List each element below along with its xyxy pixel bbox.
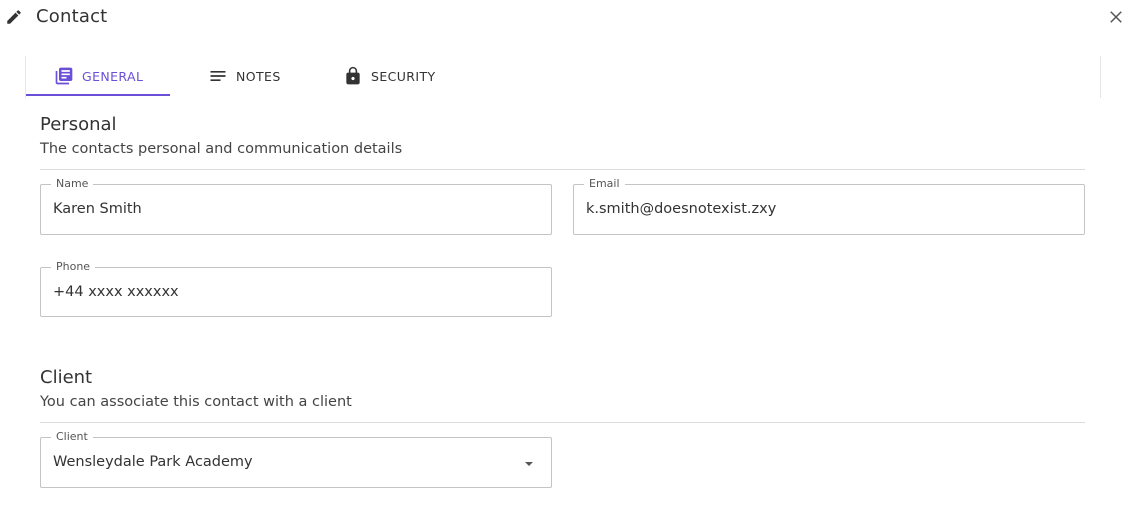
tab-notes[interactable]: NOTES bbox=[208, 56, 318, 96]
phone-field-label: Phone bbox=[51, 260, 96, 274]
tab-security-label: SECURITY bbox=[371, 68, 436, 84]
phone-field[interactable]: Phone +44 xxxx xxxxxx bbox=[40, 260, 552, 317]
notes-lines-icon bbox=[210, 71, 226, 81]
pencil-icon bbox=[7, 10, 21, 24]
client-section-subtitle: You can associate this contact with a cl… bbox=[40, 394, 352, 410]
personal-section-subtitle: The contacts personal and communication … bbox=[40, 141, 403, 157]
phone-field-value[interactable]: +44 xxxx xxxxxx bbox=[53, 284, 179, 300]
caret-down-icon[interactable] bbox=[523, 458, 535, 470]
tab-general-label: GENERAL bbox=[82, 68, 144, 84]
tab-bar: GENERAL NOTES SECURITY bbox=[25, 56, 1101, 98]
name-field-value[interactable]: Karen Smith bbox=[53, 201, 142, 217]
tab-notes-label: NOTES bbox=[236, 68, 281, 84]
name-field[interactable]: Name Karen Smith bbox=[40, 177, 552, 235]
library-books-icon bbox=[55, 67, 73, 85]
personal-section-title: Personal bbox=[40, 114, 117, 135]
client-select-value[interactable]: Wensleydale Park Academy bbox=[53, 454, 253, 470]
client-select[interactable]: Client Wensleydale Park Academy bbox=[40, 430, 552, 488]
lock-icon bbox=[346, 66, 360, 85]
active-tab-indicator bbox=[26, 94, 170, 96]
email-field-label: Email bbox=[584, 177, 625, 191]
personal-divider bbox=[40, 169, 1085, 170]
client-divider bbox=[40, 422, 1085, 423]
email-field-value[interactable]: k.smith@doesnotexist.zxy bbox=[586, 201, 776, 217]
close-button[interactable] bbox=[1107, 8, 1125, 26]
client-section-title: Client bbox=[40, 367, 93, 388]
tab-security[interactable]: SECURITY bbox=[343, 56, 473, 96]
name-field-label: Name bbox=[51, 177, 94, 191]
close-icon bbox=[1110, 11, 1122, 23]
email-field[interactable]: Email k.smith@doesnotexist.zxy bbox=[573, 177, 1085, 235]
dialog-header: Contact bbox=[0, 0, 1135, 36]
dialog-title: Contact bbox=[36, 6, 108, 27]
tab-general[interactable]: GENERAL bbox=[26, 56, 170, 96]
client-select-label: Client bbox=[51, 430, 93, 444]
